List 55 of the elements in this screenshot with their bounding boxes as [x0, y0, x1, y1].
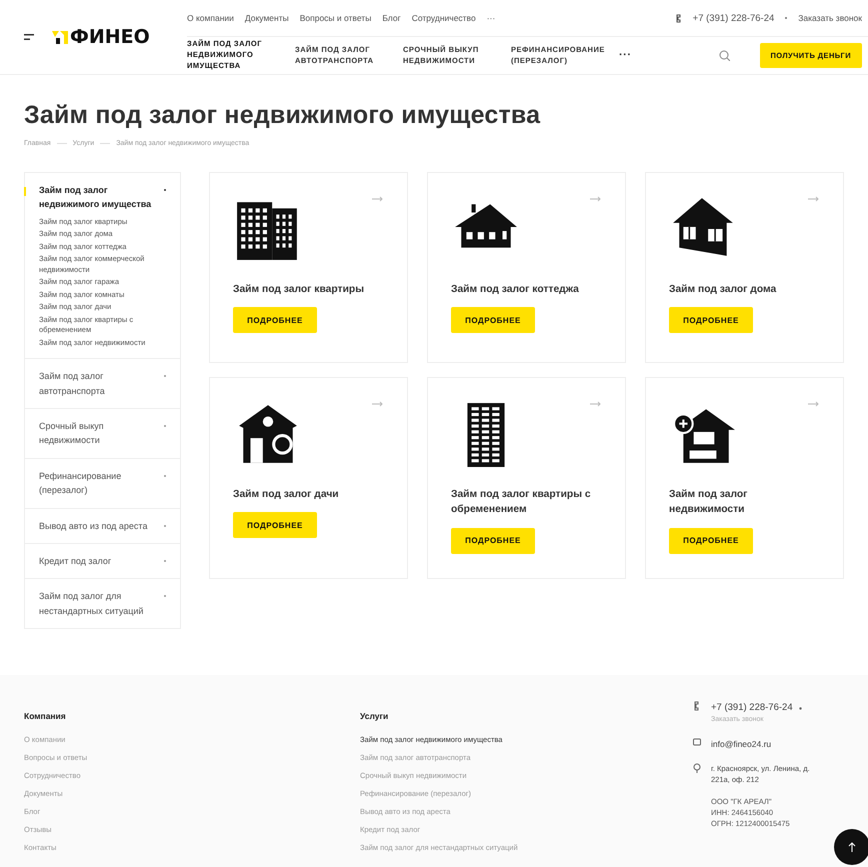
arrow-right-icon	[372, 401, 384, 407]
logo-mark-icon	[52, 30, 68, 44]
top-nav-link[interactable]: О компании	[187, 13, 234, 23]
service-card[interactable]: Займ под залог квартиры ПОДРОБНЕЕ	[209, 172, 408, 363]
mail-icon	[693, 738, 701, 746]
menu-icon[interactable]	[24, 34, 34, 40]
more-nav-link[interactable]: ···	[619, 48, 632, 64]
sidebar-item[interactable]: Займ под залог для нестандартных ситуаций	[39, 589, 168, 618]
arrow-right-icon	[590, 196, 602, 202]
arrow-up-icon	[848, 842, 856, 852]
phone-icon	[676, 14, 682, 22]
service-card[interactable]: Займ под залог дома ПОДРОБНЕЕ	[645, 172, 844, 363]
footer-email[interactable]: info@fineo24.ru	[711, 738, 772, 751]
sidebar-item[interactable]: Займ под залог недвижимого имущества	[39, 183, 168, 212]
sidebar-item[interactable]: Рефинансирование (перезалог)	[39, 468, 168, 498]
footer-heading: Компания	[24, 711, 67, 722]
service-card[interactable]: Займ под залог коттеджа ПОДРОБНЕЕ	[427, 172, 626, 363]
callback-link[interactable]: Заказать звонок	[798, 13, 862, 23]
card-title: Займ под залог коттеджа	[451, 283, 580, 297]
service-card[interactable]: Займ под залог квартиры с обременением ПОДРОБНЕЕ	[427, 377, 626, 579]
sidebar-item[interactable]: Займ под залог автотранспорта	[39, 369, 168, 398]
arrow-right-icon	[372, 196, 384, 202]
card-title: Займ под залог квартиры с обременением	[451, 488, 592, 518]
card-title: Займ под залог дачи	[233, 488, 340, 502]
sidebar-item[interactable]: Вывод авто из под ареста	[39, 518, 168, 534]
details-button[interactable]: ПОДРОБНЕЕ	[669, 528, 753, 554]
card-title: Займ под залог квартиры	[233, 283, 365, 297]
page-title: Займ под залог недвижимого имущества	[24, 101, 542, 130]
top-nav-link[interactable]: ···	[486, 13, 496, 23]
top-nav-link[interactable]: Вопросы и ответы	[300, 13, 372, 23]
top-nav-link[interactable]: Сотрудничество	[412, 13, 476, 23]
phone-link[interactable]: +7 (391) 228-76-24	[692, 12, 774, 24]
details-button[interactable]: ПОДРОБНЕЕ	[669, 307, 753, 334]
search-icon[interactable]	[718, 50, 730, 61]
details-button[interactable]: ПОДРОБНЕЕ	[233, 512, 317, 538]
location-pin-icon	[693, 762, 701, 773]
arrow-right-icon	[590, 401, 602, 407]
details-button[interactable]: ПОДРОБНЕЕ	[451, 307, 535, 334]
card-title: Займ под залог дома	[669, 283, 778, 297]
arrow-right-icon	[808, 401, 820, 407]
footer-phone[interactable]: +7 (391) 228-76-24	[711, 701, 793, 716]
details-button[interactable]: ПОДРОБНЕЕ	[451, 528, 535, 554]
phone-icon	[693, 701, 701, 712]
details-button[interactable]: ПОДРОБНЕЕ	[233, 307, 317, 334]
service-card[interactable]: Займ под залог дачи ПОДРОБНЕЕ	[209, 377, 408, 579]
arrow-right-icon	[808, 196, 820, 202]
top-nav-link[interactable]: Документы	[244, 13, 289, 23]
dropdown-dot-icon[interactable]	[798, 706, 802, 710]
top-nav-link[interactable]: Блог	[382, 13, 401, 23]
sidebar-item[interactable]: Срочный выкуп недвижимости	[39, 419, 168, 448]
card-title: Займ под залог недвижимости	[669, 488, 748, 518]
logo[interactable]: ФИНЕО	[52, 26, 150, 48]
sidebar-item[interactable]: Кредит под залог	[39, 554, 168, 568]
service-card[interactable]: Займ под залог недвижимости ПОДРОБНЕЕ	[645, 377, 844, 579]
footer-heading: Услуги	[360, 711, 390, 722]
